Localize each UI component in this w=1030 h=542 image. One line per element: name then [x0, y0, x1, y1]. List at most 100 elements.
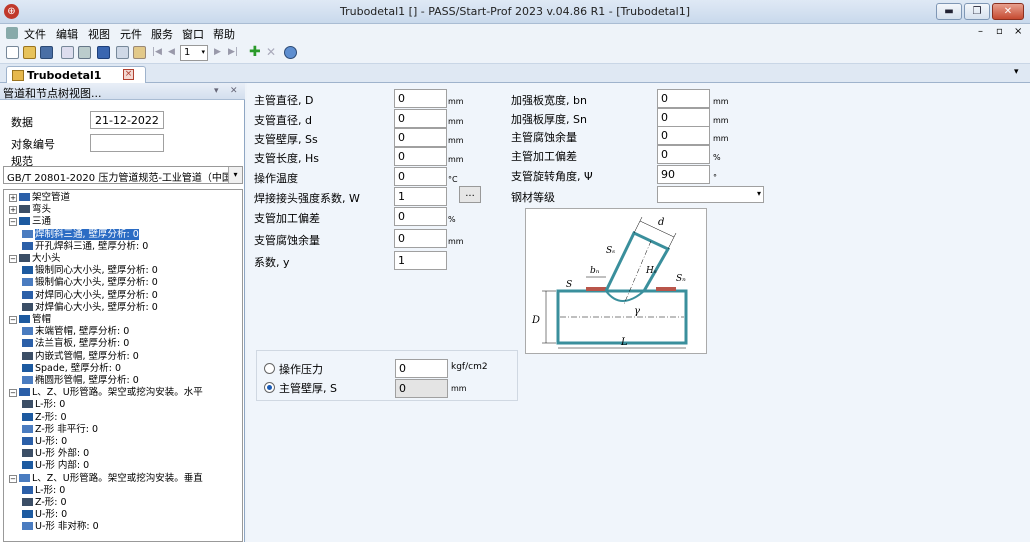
f_bu-input[interactable]: 0	[394, 207, 447, 226]
tab-list-icon[interactable]: ▾	[1014, 67, 1019, 77]
tree-node[interactable]: U-形 内部: 0	[22, 460, 89, 472]
tree-node-label: U-形 内部: 0	[35, 460, 90, 472]
tree-node[interactable]: 对焊偏心大小头, 壁厚分析: 0	[22, 302, 158, 314]
tree-node[interactable]: 焊制斜三通, 壁厚分析: 0	[22, 228, 139, 241]
menu-component[interactable]: 元件	[120, 26, 142, 42]
help-icon[interactable]	[284, 46, 297, 59]
tree-panel-header: 管道和节点树视图... ▾ ✕	[0, 83, 245, 100]
date-field[interactable]: 21-12-2022	[90, 111, 164, 129]
f_bc-input[interactable]: 0	[394, 229, 447, 248]
radio-operating-pressure[interactable]	[264, 363, 275, 374]
last-page-icon[interactable]: ▶|	[228, 47, 238, 57]
expand-icon[interactable]: +	[9, 194, 17, 202]
f_Sn-input[interactable]: 0	[657, 108, 710, 127]
f_T-input[interactable]: 0	[394, 167, 447, 186]
tree-node[interactable]: 末端管帽, 壁厚分析: 0	[22, 326, 129, 338]
f_bn-input[interactable]: 0	[657, 89, 710, 108]
tree-node[interactable]: 锻制同心大小头, 壁厚分析: 0	[22, 265, 158, 277]
f_d-input[interactable]: 0	[394, 109, 447, 128]
tree-node[interactable]: Z-形: 0	[22, 497, 67, 509]
steel-grade-select[interactable]: ▾	[657, 186, 764, 203]
tree-node[interactable]: − 大小头	[9, 253, 61, 265]
f_y-input[interactable]: 1	[394, 251, 447, 270]
norm-select[interactable]: GB/T 20801-2020 压力管道规范-工业管道（中国） ▾	[3, 166, 243, 184]
collapse-icon[interactable]: −	[9, 218, 17, 227]
tree-node[interactable]: − 三通	[9, 216, 51, 228]
mdi-close-button[interactable]: ×	[1014, 26, 1022, 37]
panel-close-icon[interactable]: ✕	[230, 86, 238, 96]
tee-drawing: d Sₛ bₙ Hₛ Sₙ S D γ L	[531, 216, 688, 349]
menu-file[interactable]: 文件	[24, 26, 46, 42]
tree-node[interactable]: L-形: 0	[22, 399, 65, 411]
tree-node[interactable]: L-形: 0	[22, 485, 65, 497]
collapse-icon[interactable]: −	[9, 316, 17, 324]
f_mu-input[interactable]: 0	[657, 145, 710, 164]
title-bar: ⊕ Trubodetal1 [] - PASS/Start-Prof 2023 …	[0, 0, 1030, 24]
f_mc-input[interactable]: 0	[657, 126, 710, 145]
f_Hs-input[interactable]: 0	[394, 147, 447, 166]
mdi-restore-button[interactable]: ▫	[996, 26, 1003, 37]
document-icon[interactable]	[6, 27, 18, 39]
tree-node[interactable]: 椭圆形管帽, 壁厚分析: 0	[22, 375, 139, 387]
main-wall-thickness-input[interactable]: 0	[395, 379, 448, 398]
minimize-button[interactable]: ▬	[936, 3, 962, 20]
f_ang-input[interactable]: 90	[657, 165, 710, 184]
tree-node[interactable]: 开孔焊斜三通, 壁厚分析: 0	[22, 241, 148, 253]
tree-node[interactable]: 内嵌式管帽, 壁厚分析: 0	[22, 351, 139, 363]
page-number-select[interactable]: 1 ▾	[180, 45, 208, 61]
tree-node[interactable]: − L、Z、U形管路。架空或挖沟安装。水平	[9, 387, 203, 399]
f_Ss-input[interactable]: 0	[394, 128, 447, 147]
collapse-icon[interactable]: −	[9, 474, 17, 483]
collapse-icon[interactable]: −	[9, 255, 17, 263]
calculator-icon[interactable]	[97, 46, 110, 59]
tree-node[interactable]: − 管帽	[9, 314, 51, 326]
f_W-input[interactable]: 1	[394, 187, 447, 206]
menu-help[interactable]: 帮助	[213, 26, 235, 42]
menu-window[interactable]: 窗口	[182, 26, 204, 42]
first-page-icon[interactable]: |◀	[152, 47, 162, 57]
f_bn-label: 加强板宽度, bn	[511, 94, 587, 107]
prev-page-icon[interactable]: ◀	[168, 47, 175, 57]
chevron-down-icon[interactable]: ▾	[228, 167, 242, 183]
collapse-icon[interactable]: −	[9, 389, 17, 398]
tab-close-icon[interactable]: ×	[123, 69, 134, 80]
open-folder-icon[interactable]	[23, 46, 36, 59]
tree-node[interactable]: 法兰盲板, 壁厚分析: 0	[22, 338, 129, 350]
tree-node[interactable]: + 架空管道	[9, 192, 70, 204]
tree-node[interactable]: 对焊同心大小头, 壁厚分析: 0	[22, 290, 158, 302]
paste-icon[interactable]	[133, 46, 146, 59]
tree-node[interactable]: U-形: 0	[22, 509, 67, 521]
panel-pin-icon[interactable]: ▾	[214, 86, 219, 96]
delete-icon[interactable]: ✕	[266, 45, 276, 59]
object-id-field[interactable]	[90, 134, 164, 152]
menu-service[interactable]: 服务	[151, 26, 173, 42]
pipe-component-icon	[19, 217, 30, 226]
f_D-input[interactable]: 0	[394, 89, 447, 108]
tree-node[interactable]: + 弯头	[9, 204, 51, 216]
close-button[interactable]: ✕	[992, 3, 1024, 20]
tree-node[interactable]: U-形: 0	[22, 436, 67, 448]
next-page-icon[interactable]: ▶	[214, 47, 221, 57]
new-file-icon[interactable]	[6, 46, 19, 59]
copy-icon[interactable]	[116, 46, 129, 59]
tab-trubodetal1[interactable]: Trubodetal1 ×	[6, 66, 146, 83]
print-icon[interactable]	[78, 46, 91, 59]
save-icon[interactable]	[40, 46, 53, 59]
menu-view[interactable]: 视图	[88, 26, 110, 42]
add-icon[interactable]: ✚	[249, 44, 261, 60]
tree-node[interactable]: U-形 非对称: 0	[22, 521, 99, 533]
tree-node[interactable]: Z-形: 0	[22, 412, 67, 424]
print-preview-icon[interactable]	[61, 46, 74, 59]
tree-node[interactable]: Spade, 壁厚分析: 0	[22, 363, 121, 375]
tree-node[interactable]: − L、Z、U形管路。架空或挖沟安装。垂直	[9, 473, 203, 485]
maximize-button[interactable]: ❐	[964, 3, 990, 20]
expand-icon[interactable]: +	[9, 206, 17, 215]
tree-node[interactable]: Z-形 非平行: 0	[22, 424, 98, 436]
mdi-minimize-button[interactable]: –	[978, 26, 983, 37]
weld-factor-browse-button[interactable]: ...	[459, 186, 481, 203]
tree-node[interactable]: U-形 外部: 0	[22, 448, 89, 460]
operating-pressure-input[interactable]: 0	[395, 359, 448, 378]
radio-main-wall-thickness[interactable]	[264, 382, 275, 393]
tree-node[interactable]: 锻制偏心大小头, 壁厚分析: 0	[22, 277, 158, 289]
menu-edit[interactable]: 编辑	[56, 26, 78, 42]
